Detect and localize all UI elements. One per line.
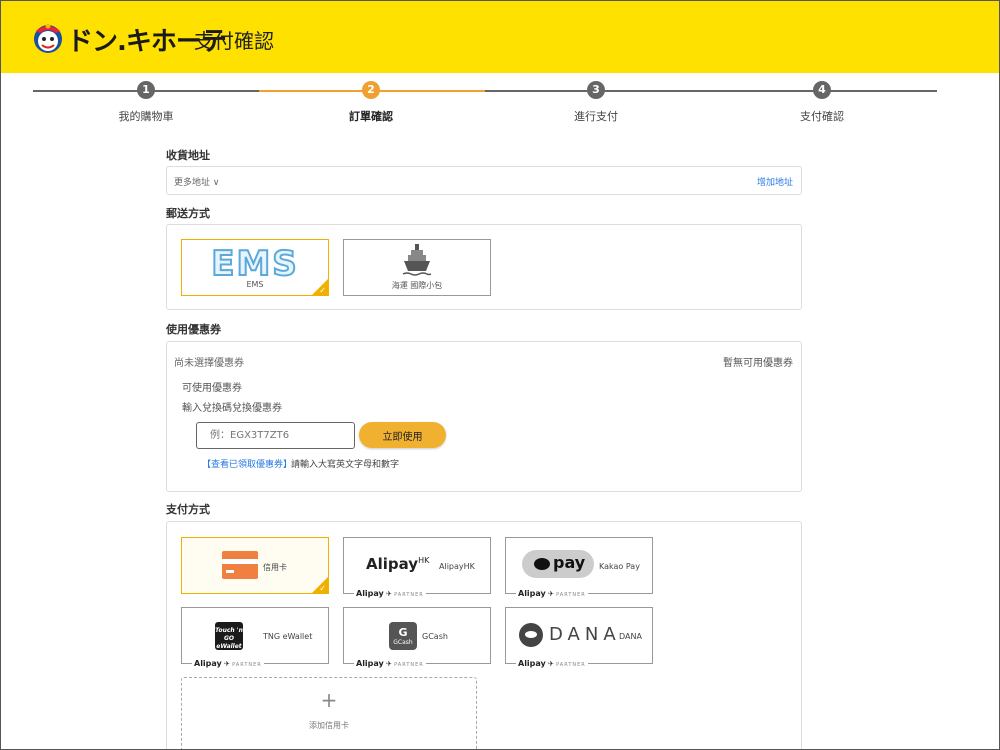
step-number: 2 — [362, 81, 380, 99]
payment-option-credit-card[interactable]: 信用卡 ✓ — [181, 537, 329, 594]
step-4: 4 支付確認 — [762, 81, 882, 124]
ems-logo: EMS — [210, 243, 299, 285]
kakaopay-logo: pay — [522, 550, 594, 578]
credit-card-icon — [222, 551, 258, 579]
step-3: 3 進行支付 — [536, 81, 656, 124]
shipping-option-caption: 海運 國際小包 — [391, 281, 443, 290]
payment-option-tng-ewallet[interactable]: Touch 'n GO eWallet TNG eWallet Alipay ✈… — [181, 607, 329, 668]
check-icon: ✓ — [319, 584, 326, 593]
coupon-section-label: 使用優惠券 — [166, 323, 221, 336]
step-number: 4 — [813, 81, 831, 99]
payment-option-name: DANA — [619, 632, 642, 641]
alipay-partner-badge: Alipay ✈ PARTNER — [354, 589, 426, 598]
step-number: 3 — [587, 81, 605, 99]
coupon-status: 尚未選擇優惠券 — [174, 358, 244, 369]
redeem-code-label: 輸入兌換碼兌換優惠券 — [182, 403, 282, 414]
donki-mascot-icon — [34, 23, 62, 53]
page-title: 支付確認 — [194, 29, 274, 53]
more-addresses-toggle[interactable]: 更多地址 ∨ — [174, 175, 219, 188]
add-credit-card-label: 添加信用卡 — [309, 721, 349, 730]
chat-bubble-icon — [534, 558, 550, 570]
coupon-availability: 暫無可用優惠券 — [723, 358, 793, 369]
top-header: ドン.キホーテ 支付確認 — [1, 1, 999, 73]
payment-option-name: Kakao Pay — [599, 562, 640, 571]
add-address-link[interactable]: 增加地址 — [757, 175, 793, 188]
payment-box: 信用卡 ✓ AlipayHK AlipayHK Alipay ✈ PARTNER… — [166, 521, 802, 749]
alipay-partner-badge: Alipay ✈ PARTNER — [516, 589, 588, 598]
coupon-box: 尚未選擇優惠券 暫無可用優惠券 可使用優惠券 輸入兌換碼兌換優惠券 立即使用 【… — [166, 341, 802, 492]
step-number: 1 — [137, 81, 155, 99]
step-label: 訂單確認 — [349, 110, 393, 123]
alipay-partner-badge: Alipay ✈ PARTNER — [516, 659, 588, 668]
alipayhk-logo: AlipayHK — [366, 555, 430, 573]
payment-option-name: GCash — [422, 632, 448, 641]
payment-option-name: 信用卡 — [263, 563, 287, 572]
plus-icon: + — [320, 688, 338, 712]
payment-option-gcash[interactable]: G GCash GCash Alipay ✈ PARTNER — [343, 607, 491, 668]
payment-option-dana[interactable]: DANA DANA Alipay ✈ PARTNER — [505, 607, 653, 668]
step-2: 2 訂單確認 — [311, 81, 431, 124]
shipping-option-caption: EMS — [246, 280, 264, 289]
step-label: 我的購物車 — [118, 110, 174, 123]
shipping-section-label: 郵送方式 — [166, 207, 210, 220]
coupon-code-input[interactable] — [196, 422, 355, 449]
ship-icon — [402, 244, 432, 276]
available-coupons-label: 可使用優惠券 — [182, 383, 242, 394]
tng-ewallet-logo: Touch 'n GO eWallet — [215, 622, 243, 650]
payment-option-alipayhk[interactable]: AlipayHK AlipayHK Alipay ✈ PARTNER — [343, 537, 491, 598]
address-box: 更多地址 ∨ 增加地址 — [166, 166, 802, 195]
view-claimed-coupons-link[interactable]: 【查看已領取優惠券】 — [202, 457, 292, 470]
payment-option-name: AlipayHK — [439, 562, 475, 571]
shipping-option-ems[interactable]: EMS EMS ✓ — [181, 239, 329, 296]
shipping-option-sea[interactable]: 海運 國際小包 — [343, 239, 491, 296]
step-label: 進行支付 — [574, 110, 618, 123]
gcash-logo: G GCash — [389, 622, 417, 650]
page-frame: ドン.キホーテ 支付確認 1 我的購物車 2 訂單確認 3 進行支付 4 支付確… — [0, 0, 1000, 750]
payment-section-label: 支付方式 — [166, 503, 210, 516]
alipay-partner-badge: Alipay ✈ PARTNER — [354, 659, 426, 668]
alipay-partner-badge: Alipay ✈ PARTNER — [192, 659, 264, 668]
payment-option-name: TNG eWallet — [263, 632, 313, 641]
coupon-hint: 請輸入大寫英文字母和數字 — [291, 460, 400, 470]
step-1: 1 我的購物車 — [86, 81, 206, 124]
payment-option-kakaopay[interactable]: pay Kakao Pay Alipay ✈ PARTNER — [505, 537, 653, 598]
address-section-label: 收貨地址 — [166, 149, 210, 162]
step-label: 支付確認 — [800, 110, 844, 123]
dana-circle-icon — [519, 623, 543, 647]
check-icon: ✓ — [319, 286, 326, 295]
add-credit-card-button[interactable]: + 添加信用卡 — [181, 677, 477, 749]
apply-coupon-button[interactable]: 立即使用 — [359, 422, 446, 448]
shipping-box: EMS EMS ✓ 海運 國際小包 — [166, 224, 802, 310]
checkout-stepper: 1 我的購物車 2 訂單確認 3 進行支付 4 支付確認 — [33, 81, 937, 125]
